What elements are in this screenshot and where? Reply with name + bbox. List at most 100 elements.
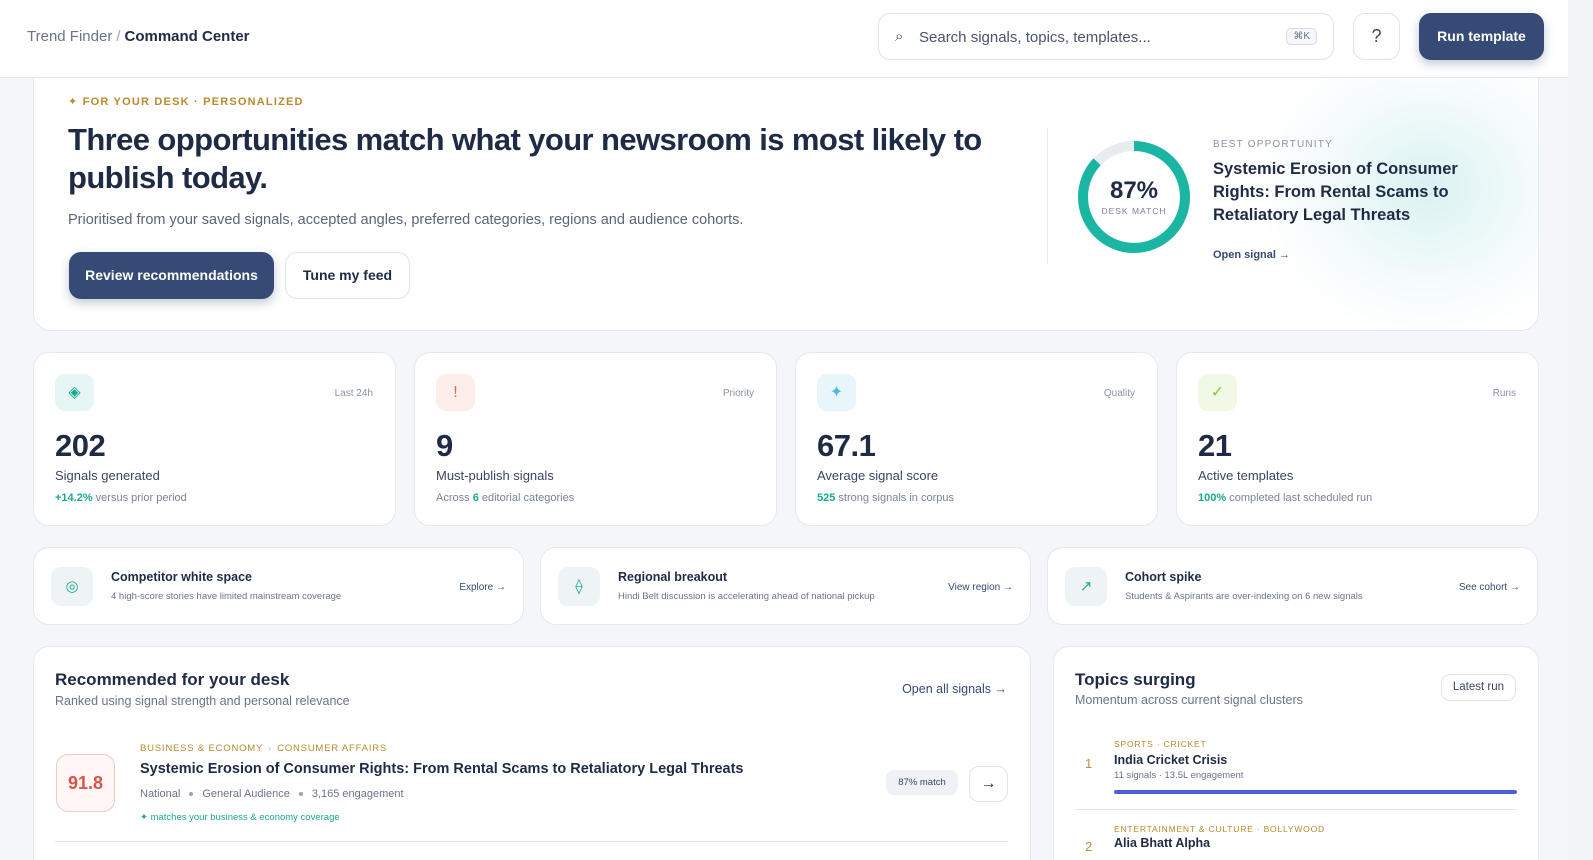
stat-note: Across 6 editorial categories — [436, 492, 574, 504]
signal-region: National — [140, 788, 181, 800]
recommended-subtitle: Ranked using signal strength and persona… — [55, 694, 350, 708]
breadcrumb-root[interactable]: Trend Finder — [27, 28, 112, 45]
signal-category[interactable]: BUSINESS & ECONOMY — [140, 743, 263, 754]
search-input[interactable] — [919, 25, 1259, 49]
open-signal-arrow-button[interactable]: → — [969, 766, 1008, 802]
topic-categories: SPORTS · CRICKET — [1114, 739, 1207, 749]
search-icon: ⌕ — [895, 28, 904, 45]
stat-card-must-publish[interactable]: ! Priority 9 Must-publish signals Across… — [414, 352, 777, 526]
topics-panel: Topics surging Momentum across current s… — [1053, 646, 1539, 860]
search-box[interactable]: ⌕ ⌘K — [878, 13, 1334, 60]
help-button[interactable]: ? — [1353, 13, 1400, 60]
insight-card-cohort-spike[interactable]: ↗ Cohort spike Students & Aspirants are … — [1047, 547, 1538, 625]
topics-subtitle: Momentum across current signal clusters — [1075, 693, 1303, 707]
stat-card-active-templates[interactable]: ✓ Runs 21 Active templates 100% complete… — [1176, 352, 1539, 526]
latest-run-pill[interactable]: Latest run — [1440, 674, 1516, 701]
hero-divider — [1047, 128, 1048, 264]
signal-meta: National General Audience 3,165 engagement — [140, 788, 404, 800]
insight-description: 4 high-score stories have limited mainst… — [111, 591, 342, 602]
signal-engagement: 3,165 engagement — [311, 788, 404, 800]
topic-divider — [1075, 809, 1518, 810]
topic-rank: 1 — [1085, 756, 1093, 771]
tune-feed-button[interactable]: Tune my feed — [285, 252, 410, 299]
review-recommendations-button[interactable]: Review recommendations — [69, 252, 274, 299]
stat-label: Must-publish signals — [436, 468, 554, 483]
stat-value: 9 — [436, 428, 453, 463]
breadcrumb-separator: / — [116, 28, 121, 45]
best-opportunity-title[interactable]: Systemic Erosion of Consumer Rights: Fro… — [1213, 158, 1483, 227]
view-region-link[interactable]: View region → — [948, 582, 1013, 593]
hero-panel: ✦ FOR YOUR DESK · PERSONALIZED Three opp… — [33, 78, 1539, 331]
stat-tag: Last 24h — [334, 388, 373, 399]
meta-dot — [189, 792, 194, 797]
open-all-signals-link[interactable]: Open all signals → — [902, 682, 1007, 696]
stat-tag: Runs — [1492, 388, 1516, 399]
page-scrollbar[interactable] — [1568, 0, 1593, 860]
stat-note: +14.2% versus prior period — [55, 492, 187, 504]
signal-categories: BUSINESS & ECONOMY › CONSUMER AFFAIRS — [140, 743, 387, 754]
recommended-title: Recommended for your desk — [55, 670, 290, 689]
insight-card-competitor-white-space[interactable]: ◎ Competitor white space 4 high-score st… — [33, 547, 524, 625]
stat-value: 67.1 — [817, 428, 876, 463]
stat-card-average-score[interactable]: ✦ Quality 67.1 Average signal score 525 … — [795, 352, 1158, 526]
desk-match-label: DESK MATCH — [1101, 206, 1167, 216]
run-template-button[interactable]: Run template — [1419, 13, 1544, 60]
topic-meta: 11 signals · 13.5L engagement — [1114, 770, 1244, 781]
see-cohort-link[interactable]: See cohort → — [1459, 582, 1520, 593]
signal-score-badge: 91.8 — [56, 754, 115, 812]
topic-title[interactable]: Alia Bhatt Alpha — [1114, 836, 1210, 850]
explore-link[interactable]: Explore → — [459, 582, 506, 593]
insight-description: Hindi Belt discussion is accelerating ah… — [618, 591, 875, 602]
open-signal-link[interactable]: Open signal → — [1213, 249, 1290, 261]
topic-momentum-fill — [1114, 790, 1517, 794]
best-opportunity-label: BEST OPPORTUNITY — [1213, 139, 1333, 150]
top-bar: Trend Finder/Command Center ⌕ ⌘K ? Run t… — [0, 0, 1568, 78]
meta-dot — [298, 792, 303, 797]
arrow-right-icon: → — [980, 775, 997, 792]
stat-note-strong: +14.2% — [55, 492, 93, 504]
signal-match-reason: ✦ matches your business & economy covera… — [140, 812, 340, 823]
stat-value: 202 — [55, 428, 106, 463]
topic-categories: ENTERTAINMENT & CULTURE · BOLLYWOOD — [1114, 824, 1325, 834]
insight-card-regional-breakout[interactable]: ⟠ Regional breakout Hindi Belt discussio… — [540, 547, 1031, 625]
list-divider — [55, 841, 1008, 842]
alert-icon: ! — [436, 374, 475, 411]
stat-value: 21 — [1198, 428, 1232, 463]
sparkle-icon: ✦ — [817, 374, 856, 411]
stat-label: Signals generated — [55, 468, 160, 483]
insight-title: Cohort spike — [1125, 570, 1202, 584]
stat-note-prefix: Across — [436, 492, 473, 504]
insight-title: Regional breakout — [618, 570, 728, 584]
region-icon: ⟠ — [558, 567, 600, 606]
topic-rank: 2 — [1085, 839, 1093, 854]
match-badge: 87% match — [886, 770, 958, 795]
target-icon: ◎ — [51, 567, 93, 606]
search-shortcut-badge: ⌘K — [1286, 28, 1317, 45]
topic-momentum-bar — [1114, 790, 1517, 794]
check-icon: ✓ — [1198, 374, 1237, 411]
stat-note: 100% completed last scheduled run — [1198, 492, 1372, 504]
stat-card-signals-generated[interactable]: ◈ Last 24h 202 Signals generated +14.2% … — [33, 352, 396, 526]
recommended-panel: Recommended for your desk Ranked using s… — [33, 646, 1031, 860]
category-separator: › — [268, 743, 273, 754]
topics-title: Topics surging — [1075, 670, 1196, 689]
signal-title[interactable]: Systemic Erosion of Consumer Rights: Fro… — [140, 761, 744, 777]
stat-note-text: versus prior period — [92, 492, 187, 504]
stat-note-text: completed last scheduled run — [1226, 492, 1373, 504]
trend-up-icon: ↗ — [1065, 567, 1107, 606]
signal-subcategory[interactable]: CONSUMER AFFAIRS — [277, 743, 387, 754]
stat-tag: Quality — [1103, 388, 1135, 399]
hero-title: Three opportunities match what your news… — [68, 122, 982, 195]
stat-label: Average signal score — [817, 468, 939, 483]
insight-description: Students & Aspirants are over-indexing o… — [1125, 591, 1363, 602]
topic-title[interactable]: India Cricket Crisis — [1114, 753, 1227, 767]
stat-note-strong: 100% — [1198, 492, 1227, 504]
hero-subtitle: Prioritised from your saved signals, acc… — [68, 212, 744, 228]
signal-audience: General Audience — [202, 788, 290, 800]
stat-tag: Priority — [722, 388, 754, 399]
stat-note-strong: 525 — [817, 492, 836, 504]
stat-note: 525 strong signals in corpus — [817, 492, 954, 504]
stat-label: Active templates — [1198, 468, 1294, 483]
stat-note-text: editorial categories — [478, 492, 575, 504]
hero-eyebrow: ✦ FOR YOUR DESK · PERSONALIZED — [68, 96, 304, 108]
